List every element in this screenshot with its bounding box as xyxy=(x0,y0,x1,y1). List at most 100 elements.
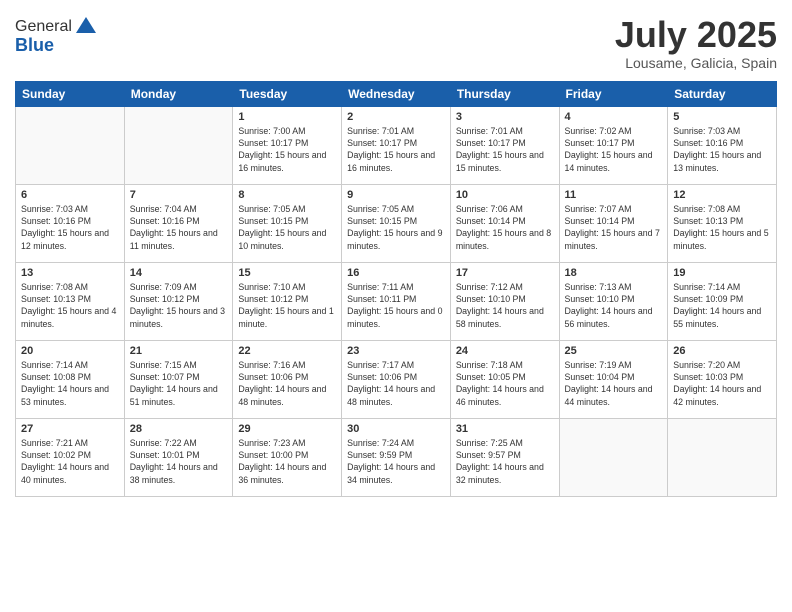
day-number: 19 xyxy=(673,267,771,279)
day-number: 8 xyxy=(238,189,336,201)
day-info: Sunrise: 7:15 AM Sunset: 10:07 PM Daylig… xyxy=(130,359,228,408)
calendar-cell: 6 Sunrise: 7:03 AM Sunset: 10:16 PM Dayli… xyxy=(16,184,125,262)
day-number: 27 xyxy=(21,423,119,435)
day-number: 7 xyxy=(130,189,228,201)
calendar-cell: 21 Sunrise: 7:15 AM Sunset: 10:07 PM Dayl… xyxy=(124,340,233,418)
calendar-cell: 1 Sunrise: 7:00 AM Sunset: 10:17 PM Dayli… xyxy=(233,106,342,184)
day-number: 20 xyxy=(21,345,119,357)
day-info: Sunrise: 7:24 AM Sunset: 9:59 PM Dayligh… xyxy=(347,437,445,486)
day-info: Sunrise: 7:08 AM Sunset: 10:13 PM Daylig… xyxy=(21,281,119,330)
day-info: Sunrise: 7:02 AM Sunset: 10:17 PM Daylig… xyxy=(565,125,663,174)
day-number: 3 xyxy=(456,111,554,123)
logo: General Blue xyxy=(15,15,98,56)
day-number: 25 xyxy=(565,345,663,357)
day-number: 11 xyxy=(565,189,663,201)
day-number: 10 xyxy=(456,189,554,201)
day-info: Sunrise: 7:03 AM Sunset: 10:16 PM Daylig… xyxy=(673,125,771,174)
day-info: Sunrise: 7:18 AM Sunset: 10:05 PM Daylig… xyxy=(456,359,554,408)
calendar-cell xyxy=(16,106,125,184)
month-title: July 2025 xyxy=(615,15,777,55)
location: Lousame, Galicia, Spain xyxy=(615,55,777,71)
calendar-cell: 30 Sunrise: 7:24 AM Sunset: 9:59 PM Dayli… xyxy=(342,418,451,496)
calendar-cell: 10 Sunrise: 7:06 AM Sunset: 10:14 PM Dayl… xyxy=(450,184,559,262)
calendar-week-2: 6 Sunrise: 7:03 AM Sunset: 10:16 PM Dayli… xyxy=(16,184,777,262)
col-saturday: Saturday xyxy=(668,81,777,106)
day-info: Sunrise: 7:00 AM Sunset: 10:17 PM Daylig… xyxy=(238,125,336,174)
calendar-cell: 12 Sunrise: 7:08 AM Sunset: 10:13 PM Dayl… xyxy=(668,184,777,262)
logo-general-text: General xyxy=(15,18,72,36)
day-number: 28 xyxy=(130,423,228,435)
day-info: Sunrise: 7:14 AM Sunset: 10:08 PM Daylig… xyxy=(21,359,119,408)
day-number: 16 xyxy=(347,267,445,279)
day-number: 21 xyxy=(130,345,228,357)
day-info: Sunrise: 7:05 AM Sunset: 10:15 PM Daylig… xyxy=(347,203,445,252)
day-number: 4 xyxy=(565,111,663,123)
col-friday: Friday xyxy=(559,81,668,106)
header: General Blue July 2025 Lousame, Galicia,… xyxy=(15,15,777,71)
calendar-cell xyxy=(668,418,777,496)
day-number: 6 xyxy=(21,189,119,201)
day-number: 18 xyxy=(565,267,663,279)
day-number: 12 xyxy=(673,189,771,201)
calendar-cell: 26Sunrise: 7:20 AM Sunset: 10:03 PM Dayl… xyxy=(668,340,777,418)
col-wednesday: Wednesday xyxy=(342,81,451,106)
calendar-header-row: Sunday Monday Tuesday Wednesday Thursday… xyxy=(16,81,777,106)
calendar-cell: 8Sunrise: 7:05 AM Sunset: 10:15 PM Dayli… xyxy=(233,184,342,262)
day-number: 30 xyxy=(347,423,445,435)
day-number: 17 xyxy=(456,267,554,279)
day-info: Sunrise: 7:08 AM Sunset: 10:13 PM Daylig… xyxy=(673,203,771,252)
day-number: 31 xyxy=(456,423,554,435)
day-info: Sunrise: 7:03 AM Sunset: 10:16 PM Daylig… xyxy=(21,203,119,252)
calendar-cell: 17 Sunrise: 7:12 AM Sunset: 10:10 PM Dayl… xyxy=(450,262,559,340)
page: General Blue July 2025 Lousame, Galicia,… xyxy=(0,0,792,612)
col-thursday: Thursday xyxy=(450,81,559,106)
calendar-body: 1 Sunrise: 7:00 AM Sunset: 10:17 PM Dayli… xyxy=(16,106,777,496)
day-number: 9 xyxy=(347,189,445,201)
calendar-cell: 27Sunrise: 7:21 AM Sunset: 10:02 PM Dayl… xyxy=(16,418,125,496)
calendar-cell: 13 Sunrise: 7:08 AM Sunset: 10:13 PM Dayl… xyxy=(16,262,125,340)
logo-icon xyxy=(74,15,98,39)
calendar-cell xyxy=(559,418,668,496)
calendar-week-3: 13 Sunrise: 7:08 AM Sunset: 10:13 PM Dayl… xyxy=(16,262,777,340)
day-info: Sunrise: 7:14 AM Sunset: 10:09 PM Daylig… xyxy=(673,281,771,330)
calendar-cell: 25 Sunrise: 7:19 AM Sunset: 10:04 PM Dayl… xyxy=(559,340,668,418)
col-sunday: Sunday xyxy=(16,81,125,106)
day-info: Sunrise: 7:01 AM Sunset: 10:17 PM Daylig… xyxy=(456,125,554,174)
day-info: Sunrise: 7:06 AM Sunset: 10:14 PM Daylig… xyxy=(456,203,554,252)
day-info: Sunrise: 7:12 AM Sunset: 10:10 PM Daylig… xyxy=(456,281,554,330)
calendar-cell xyxy=(124,106,233,184)
calendar-cell: 29Sunrise: 7:23 AM Sunset: 10:00 PM Dayl… xyxy=(233,418,342,496)
calendar-cell: 9 Sunrise: 7:05 AM Sunset: 10:15 PM Dayli… xyxy=(342,184,451,262)
calendar-week-4: 20 Sunrise: 7:14 AM Sunset: 10:08 PM Dayl… xyxy=(16,340,777,418)
day-info: Sunrise: 7:17 AM Sunset: 10:06 PM Daylig… xyxy=(347,359,445,408)
calendar-cell: 7 Sunrise: 7:04 AM Sunset: 10:16 PM Dayli… xyxy=(124,184,233,262)
day-info: Sunrise: 7:25 AM Sunset: 9:57 PM Dayligh… xyxy=(456,437,554,486)
day-info: Sunrise: 7:10 AM Sunset: 10:12 PM Daylig… xyxy=(238,281,336,330)
calendar-cell: 28 Sunrise: 7:22 AM Sunset: 10:01 PM Dayl… xyxy=(124,418,233,496)
calendar-cell: 3 Sunrise: 7:01 AM Sunset: 10:17 PM Dayli… xyxy=(450,106,559,184)
day-number: 13 xyxy=(21,267,119,279)
day-number: 1 xyxy=(238,111,336,123)
day-number: 24 xyxy=(456,345,554,357)
day-number: 23 xyxy=(347,345,445,357)
calendar-table: Sunday Monday Tuesday Wednesday Thursday… xyxy=(15,81,777,497)
calendar-cell: 5Sunrise: 7:03 AM Sunset: 10:16 PM Dayli… xyxy=(668,106,777,184)
day-number: 15 xyxy=(238,267,336,279)
day-info: Sunrise: 7:19 AM Sunset: 10:04 PM Daylig… xyxy=(565,359,663,408)
day-number: 2 xyxy=(347,111,445,123)
calendar-week-1: 1 Sunrise: 7:00 AM Sunset: 10:17 PM Dayli… xyxy=(16,106,777,184)
calendar-cell: 11Sunrise: 7:07 AM Sunset: 10:14 PM Dayl… xyxy=(559,184,668,262)
day-number: 22 xyxy=(238,345,336,357)
day-info: Sunrise: 7:16 AM Sunset: 10:06 PM Daylig… xyxy=(238,359,336,408)
calendar-cell: 4 Sunrise: 7:02 AM Sunset: 10:17 PM Dayli… xyxy=(559,106,668,184)
day-info: Sunrise: 7:01 AM Sunset: 10:17 PM Daylig… xyxy=(347,125,445,174)
calendar-cell: 2 Sunrise: 7:01 AM Sunset: 10:17 PM Dayli… xyxy=(342,106,451,184)
day-number: 14 xyxy=(130,267,228,279)
day-info: Sunrise: 7:22 AM Sunset: 10:01 PM Daylig… xyxy=(130,437,228,486)
calendar-cell: 23 Sunrise: 7:17 AM Sunset: 10:06 PM Dayl… xyxy=(342,340,451,418)
col-monday: Monday xyxy=(124,81,233,106)
day-info: Sunrise: 7:20 AM Sunset: 10:03 PM Daylig… xyxy=(673,359,771,408)
day-info: Sunrise: 7:04 AM Sunset: 10:16 PM Daylig… xyxy=(130,203,228,252)
day-number: 29 xyxy=(238,423,336,435)
calendar-cell: 16Sunrise: 7:11 AM Sunset: 10:11 PM Dayl… xyxy=(342,262,451,340)
